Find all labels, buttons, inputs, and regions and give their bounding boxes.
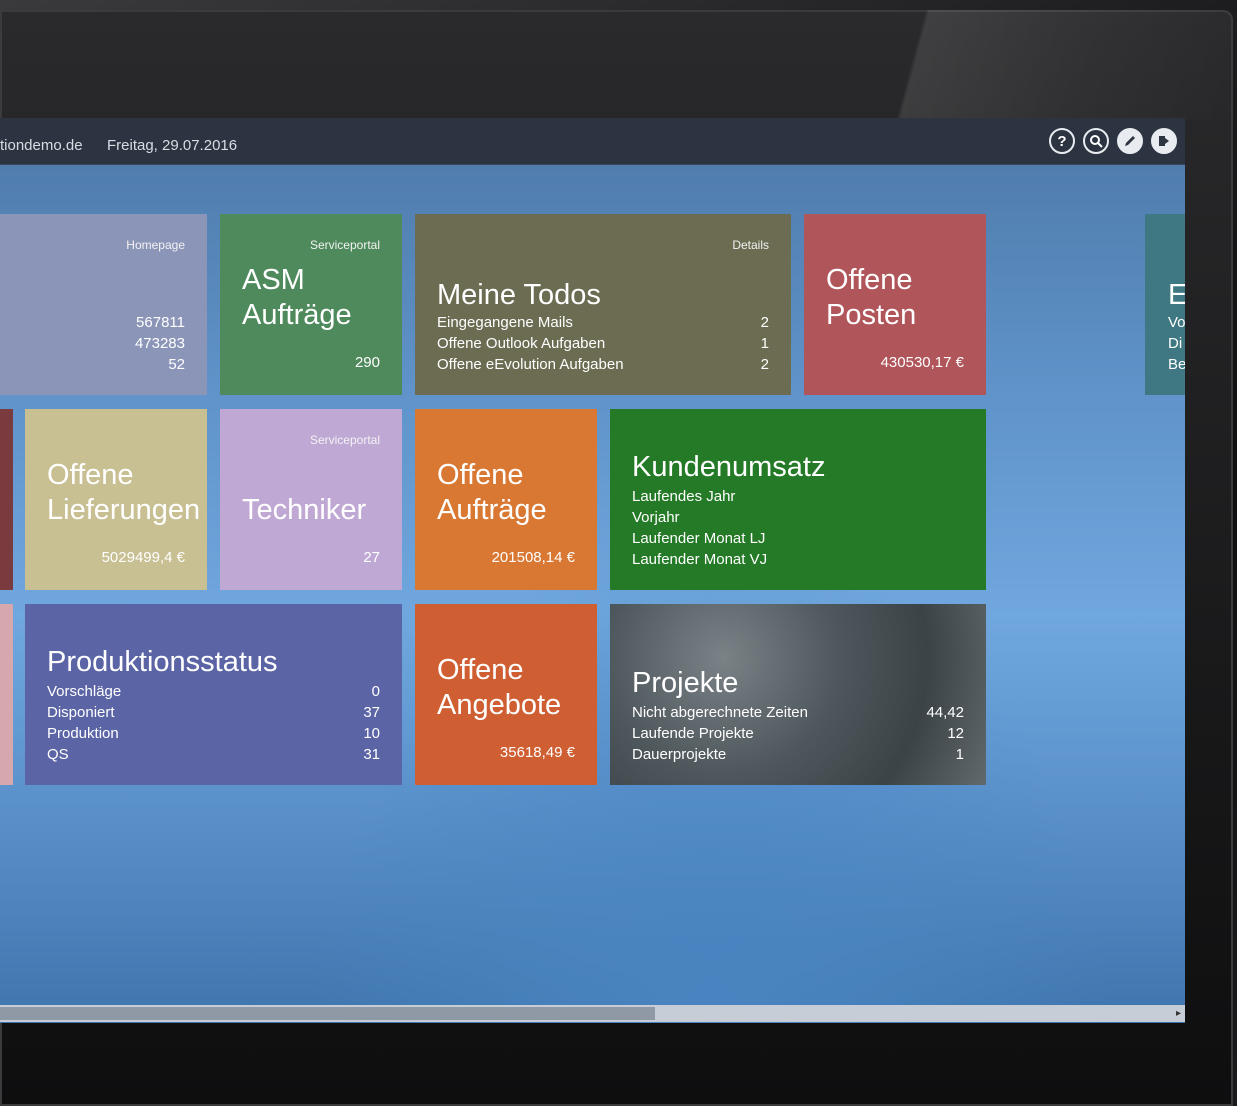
horizontal-scrollbar[interactable]: ▸ [0, 1005, 1185, 1022]
list-item: Offene eEvolution Aufgaben 2 [437, 356, 769, 373]
todo-list: Eingegangene Mails 2 Offene Outlook Aufga… [437, 312, 769, 375]
tile-offene-posten[interactable]: Offene Posten 430530,17 € [804, 214, 986, 395]
list-item: Eingegangene Mails 2 [437, 314, 769, 331]
produktion-list: Vorschläge 0 Disponiert 37 Produktion 10 QS… [47, 681, 380, 765]
list-item: Laufender Monat LJ [632, 530, 766, 547]
tile-title: Produktionsstatus [47, 646, 278, 678]
tile-value: 430530,17 € [880, 354, 964, 371]
tile-title: Projekte [632, 667, 739, 699]
search-icon[interactable] [1083, 128, 1109, 154]
scroll-right-arrow-icon[interactable]: ▸ [1176, 1005, 1181, 1022]
list-item: Vorschläge 0 [47, 683, 380, 700]
list-item: Nicht abgerechnete Zeiten 44,42 [632, 704, 964, 721]
help-icon[interactable]: ? [1049, 128, 1075, 154]
list-item: Vorjahr [632, 509, 680, 526]
list-item: Dauerprojekte 1 [632, 746, 964, 763]
tile-kundenumsatz[interactable]: Kundenumsatz Laufendes Jahr Vorjahr Lauf… [610, 409, 986, 590]
tile-value: 473283 [134, 335, 185, 352]
tile-title: Offene Posten [826, 264, 917, 331]
app-screen: tiondemo.de Freitag, 29.07.2016 ? Homepa… [0, 118, 1185, 1023]
list-item: Laufendes Jahr [632, 488, 736, 505]
tile-link[interactable]: Details [732, 238, 769, 252]
tile-value: 567811 [136, 314, 185, 331]
kundenumsatz-list: Laufendes Jahr Vorjahr Laufender Monat L… [632, 486, 964, 570]
tile-left-partial-mid[interactable] [0, 409, 13, 590]
domain-label: tiondemo.de [0, 137, 83, 154]
tile-value: 201508,14 € [491, 549, 575, 566]
tile-link[interactable]: Homepage [126, 238, 185, 252]
projekte-list: Nicht abgerechnete Zeiten 44,42 Laufende … [632, 702, 964, 765]
list-item: Disponiert 37 [47, 704, 380, 721]
screen-glare [850, 10, 1237, 120]
tile-title: Meine Todos [437, 279, 601, 311]
tile-asm-auftraege[interactable]: Serviceportal ASM Aufträge 290 [220, 214, 402, 395]
scrollbar-thumb[interactable] [0, 1007, 655, 1020]
tile-value: 5029499,4 € [101, 549, 185, 566]
tile-techniker[interactable]: Serviceportal Techniker 27 [220, 409, 402, 590]
tile-offene-lieferungen[interactable]: Offene Lieferungen 5029499,4 € [25, 409, 207, 590]
top-bar: tiondemo.de Freitag, 29.07.2016 ? [0, 118, 1185, 165]
tile-link[interactable]: Serviceportal [310, 238, 380, 252]
date-label: Freitag, 29.07.2016 [107, 137, 238, 154]
tile-value: 27 [363, 549, 380, 566]
tile-value: 35618,49 € [499, 744, 575, 761]
tile-projekte[interactable]: Projekte Nicht abgerechnete Zeiten 44,42 … [610, 604, 986, 785]
tile-value: 290 [354, 354, 380, 371]
list-item: Offene Outlook Aufgaben 1 [437, 335, 769, 352]
tile-title: Offene Angebote [437, 654, 562, 721]
tile-offene-angebote[interactable]: Offene Angebote 35618,49 € [415, 604, 597, 785]
tile-title: Offene Aufträge [437, 459, 547, 526]
tile-left-partial-bottom[interactable] [0, 604, 13, 785]
tile-title: E [1168, 279, 1185, 311]
logout-icon[interactable] [1151, 128, 1177, 154]
tile-title: ASM Aufträge [242, 264, 352, 331]
edit-icon[interactable] [1117, 128, 1143, 154]
tile-offene-auftraege[interactable]: Offene Aufträge 201508,14 € [415, 409, 597, 590]
list-item: Produktion 10 [47, 725, 380, 742]
tile-link[interactable]: Serviceportal [310, 433, 380, 447]
list-item: Laufender Monat VJ [632, 551, 768, 568]
tile-far-right-partial[interactable]: E Vo Di Be [1145, 214, 1185, 395]
tile-value: 52 [168, 356, 185, 373]
tile-title: Kundenumsatz [632, 451, 826, 483]
tile-rows: Vo Di Be [1168, 314, 1185, 373]
tile-homepage-partial[interactable]: Homepage 567811 473283 52 [0, 214, 207, 395]
tile-title: Offene Lieferungen [47, 459, 201, 526]
list-item: Laufende Projekte 12 [632, 725, 964, 742]
tile-produktionsstatus[interactable]: Produktionsstatus Vorschläge 0 Disponiert… [25, 604, 402, 785]
list-item: QS 31 [47, 746, 380, 763]
topbar-icons: ? [1049, 128, 1177, 154]
tile-meine-todos[interactable]: Details Meine Todos Eingegangene Mails 2 … [415, 214, 791, 395]
tile-title: Techniker [242, 494, 367, 526]
